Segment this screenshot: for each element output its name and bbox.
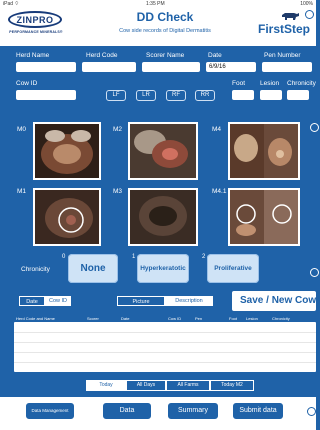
chronicity-info-icon[interactable] (310, 268, 319, 277)
col-herd-code-and-name: Herd Code and Name (16, 316, 55, 321)
chronicity-none-button[interactable]: None (68, 254, 118, 283)
tab-sort-cow-id[interactable]: Cow ID (45, 296, 71, 306)
lesion-photo-m2[interactable] (128, 122, 198, 180)
herd-name-label: Herd Name (16, 52, 50, 59)
hoof-image-m4 (230, 124, 298, 178)
nav-data-button[interactable]: Data (103, 403, 151, 419)
chronicity-number-1: 1 (132, 254, 136, 260)
date-label: Date (208, 52, 222, 59)
col-scorer: Scorer (87, 316, 99, 321)
nav-data-management-button[interactable]: Data Management (26, 403, 74, 419)
zinpro-logo: ZINPRO PERFORMANCE MINERALS® (6, 11, 66, 38)
herd-name-input[interactable] (16, 62, 76, 72)
col-pen: Pen (195, 316, 203, 321)
cow-id-label: Cow ID (16, 80, 38, 87)
logo-text: ZINPRO (8, 11, 62, 28)
tab-picture[interactable]: Picture (117, 296, 165, 306)
hoof-image-m1 (35, 190, 99, 244)
chronicity-proliferative-button[interactable]: Proliferative (207, 254, 259, 283)
toe-button-lr[interactable]: LR (136, 90, 156, 101)
status-bar: iPad ⌔ 1:35 PM 100% (0, 0, 316, 8)
tab-sort-date[interactable]: Date (19, 296, 45, 306)
col-cow-id: Cow ID (168, 316, 182, 321)
logo-subtitle: PERFORMANCE MINERALS® (9, 30, 63, 34)
status-left: iPad ⌔ (3, 1, 20, 7)
pen-number-input[interactable] (262, 62, 312, 72)
toe-button-lf[interactable]: LF (106, 90, 126, 101)
date-input[interactable]: 6/9/16 (206, 62, 256, 72)
chronicity-label: Chronicity (21, 266, 50, 273)
col-lesion: Lesion (246, 316, 258, 321)
chronicity-field-label: Chronicity (287, 80, 316, 87)
nav-submit-data-button[interactable]: Submit data (233, 403, 283, 419)
table-row (14, 362, 316, 363)
table-row (14, 342, 316, 343)
nav-info-icon[interactable] (307, 407, 316, 416)
info-circle-button[interactable] (305, 10, 314, 19)
scorer-name-label: Scorer Name (146, 52, 185, 59)
lesion-photo-m3[interactable] (128, 188, 198, 246)
table-row (14, 352, 316, 353)
col-foot: Foot (229, 316, 238, 321)
pen-number-label: Pen Number (264, 52, 301, 59)
foot-input[interactable] (232, 90, 254, 100)
lesion-label-m3: M3 (113, 188, 123, 195)
lesion-label-m0: M0 (17, 126, 27, 133)
page-title: DD Check (136, 10, 194, 24)
hoof-image-m2 (130, 124, 196, 178)
save-new-cow-button[interactable]: Save / New Cow (232, 291, 316, 311)
lesion-label-m1: M1 (17, 188, 27, 195)
herd-code-input[interactable] (82, 62, 136, 72)
foot-label: Foot (232, 80, 246, 87)
toe-button-rr[interactable]: RR (195, 90, 215, 101)
lesion-label-m2: M2 (113, 126, 123, 133)
filter-today-m2[interactable]: Today M2 (210, 380, 254, 391)
chronicity-number-0: 0 (62, 254, 66, 260)
chronicity-hyperkeratotic-button[interactable]: Hyperkeratotic (137, 254, 189, 283)
cow-icon (282, 13, 299, 20)
lesion-photo-m0[interactable] (33, 122, 101, 180)
page-subtitle: Cow side records of Digital Dermatitis (119, 28, 211, 34)
chronicity-number-2: 2 (202, 254, 206, 260)
herd-code-label: Herd Code (86, 52, 118, 59)
lesion-label-m4-1: M4.1 (212, 188, 227, 195)
hoof-image-m3 (130, 190, 196, 244)
hoof-image-m4-1 (230, 190, 298, 244)
cow-id-input[interactable] (16, 90, 76, 100)
chronicity-input[interactable] (287, 90, 309, 100)
lesion-label-m4: M4 (212, 126, 222, 133)
lesion-photo-m4[interactable] (228, 122, 300, 180)
filter-all-days[interactable]: All Days (126, 380, 166, 391)
scorer-name-input[interactable] (142, 62, 200, 72)
info-circle-icon[interactable] (310, 123, 319, 132)
toe-button-rf[interactable]: RF (166, 90, 186, 101)
filter-all-farms[interactable]: All Farms (166, 380, 210, 391)
filter-today[interactable]: Today (86, 380, 126, 391)
col-chronicity: Chronicity (272, 316, 290, 321)
status-battery: 100% (300, 1, 313, 7)
lesion-photo-m1[interactable] (33, 188, 101, 246)
records-table[interactable] (14, 322, 316, 372)
nav-summary-button[interactable]: Summary (168, 403, 218, 419)
lesion-photo-m4-1[interactable] (228, 188, 300, 246)
brand-name: FirstStep (258, 22, 311, 36)
status-time: 1:35 PM (146, 1, 165, 7)
hoof-image-m0 (35, 124, 99, 178)
col-date: Date (121, 316, 130, 321)
lesion-label: Lesion (260, 80, 280, 87)
tab-description[interactable]: Description (165, 296, 213, 306)
lesion-input[interactable] (260, 90, 282, 100)
table-row (14, 332, 316, 333)
